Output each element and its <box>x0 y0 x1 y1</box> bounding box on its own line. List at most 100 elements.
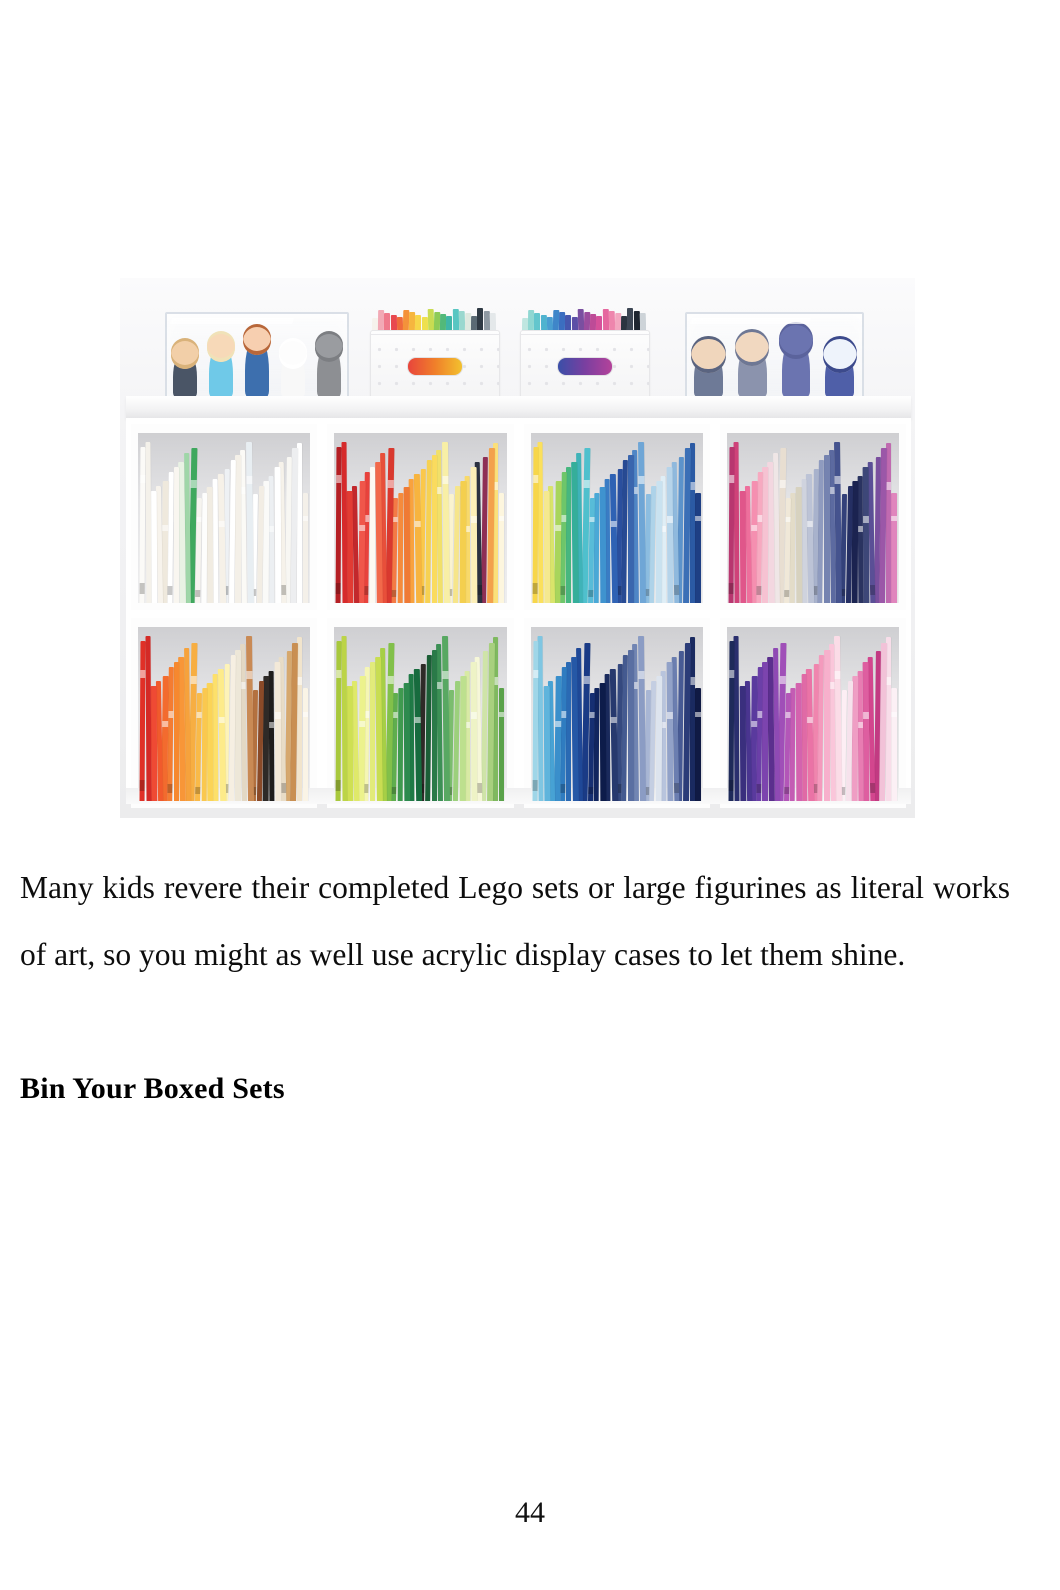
book-spine-band <box>885 676 891 685</box>
olaf-figure-head <box>278 341 307 370</box>
book-spine-label <box>477 584 483 595</box>
book-spine-label <box>532 780 537 792</box>
book-spine <box>357 480 365 603</box>
book-spine <box>431 649 438 801</box>
book-spine <box>824 455 830 603</box>
book-spine-band <box>297 676 303 685</box>
book-spine <box>150 490 158 603</box>
book-spine-band <box>168 515 174 522</box>
cube-row-middle <box>126 424 911 610</box>
book-spine <box>212 478 219 603</box>
book-spine <box>268 475 275 603</box>
book-spine-band <box>392 516 398 522</box>
book-spine <box>297 443 303 603</box>
book-spine <box>403 487 410 603</box>
book-spine <box>498 687 505 801</box>
book-spine-label <box>167 586 173 596</box>
book-spine-band <box>610 716 617 723</box>
book-spine-band <box>610 520 617 527</box>
book-spine <box>459 675 466 801</box>
book-spine-label <box>391 589 397 597</box>
book-spine <box>145 441 152 603</box>
book-spine-band <box>140 474 146 483</box>
book-spine-band <box>806 716 813 723</box>
book-spine-label <box>869 782 875 793</box>
book-spine-band <box>196 516 202 522</box>
book-spine-label <box>391 786 397 795</box>
book-spine-band <box>806 520 813 527</box>
book-spine-label <box>783 786 789 795</box>
book-spine <box>891 492 897 603</box>
body-paragraph: Many kids revere their completed Lego se… <box>20 854 1010 988</box>
book-spine <box>274 467 281 603</box>
book-spine <box>431 455 438 603</box>
book-spine <box>195 497 202 603</box>
book-spine <box>235 649 242 801</box>
book-spine <box>695 687 701 801</box>
book-spine-band <box>387 675 394 684</box>
book-spine <box>397 687 404 801</box>
cat-figure-head <box>778 324 813 359</box>
book-spine-band <box>829 486 835 495</box>
book-spine <box>655 480 663 603</box>
book-spine-band <box>891 515 897 522</box>
book-spine <box>537 441 544 603</box>
book-spine <box>655 675 663 801</box>
book-spine <box>593 687 600 801</box>
book-spine <box>537 635 544 801</box>
book-spine <box>341 441 348 603</box>
book-spine-band <box>863 515 869 523</box>
book-spine <box>206 487 214 603</box>
figure-bookshelf-photo <box>120 278 915 818</box>
book-spine <box>235 455 242 603</box>
bird-figure-head <box>822 338 857 374</box>
cube-bot-2 <box>327 618 514 808</box>
book-spine <box>666 661 674 801</box>
cat-figure <box>778 324 813 398</box>
book-spine-label <box>281 584 287 595</box>
shelf-top-surface <box>126 396 911 418</box>
book-spine-band <box>885 481 891 490</box>
book-spine <box>593 492 600 603</box>
book-spine <box>543 490 550 603</box>
book-spine <box>335 446 342 603</box>
book-spine-label <box>195 786 201 795</box>
book-spine <box>566 661 572 801</box>
book-spine-band <box>162 720 169 728</box>
book-spine-band <box>297 481 303 490</box>
book-spine-band <box>302 711 309 718</box>
page-number: 44 <box>515 1496 545 1529</box>
bird-figure <box>822 338 857 398</box>
book-spine-band <box>661 525 667 532</box>
book-spine-band <box>442 670 448 679</box>
book-spine-label <box>335 582 341 594</box>
book-spine-label <box>139 582 145 594</box>
book-spine <box>201 687 208 801</box>
book-spine-band <box>240 681 246 690</box>
book-spine-band <box>274 711 281 719</box>
book-spine-band <box>834 670 841 679</box>
book-spine-band <box>661 721 667 728</box>
book-spine-band <box>414 716 421 723</box>
book-spine-label <box>673 584 679 595</box>
book-spine-band <box>364 711 370 718</box>
photo-canvas <box>120 278 915 818</box>
book-spine-label <box>756 586 761 596</box>
book-spine-band <box>779 480 786 489</box>
book-spine-band <box>274 515 281 523</box>
cube-bot-4 <box>719 618 906 808</box>
book-spine-band <box>583 675 590 684</box>
book-spine-band <box>392 712 398 718</box>
book-spine-band <box>829 681 835 690</box>
book-spine-band <box>336 474 342 483</box>
anna-figure <box>242 327 271 398</box>
cube-row-bottom <box>126 618 911 808</box>
book-spine <box>302 687 309 801</box>
book-spine-band <box>168 711 174 718</box>
book-spine <box>212 673 219 801</box>
book-spine-band <box>560 515 566 522</box>
book-spine <box>397 492 404 603</box>
book-spine-band <box>498 515 505 522</box>
book-spine <box>666 467 674 603</box>
book-spine-band <box>695 515 701 522</box>
